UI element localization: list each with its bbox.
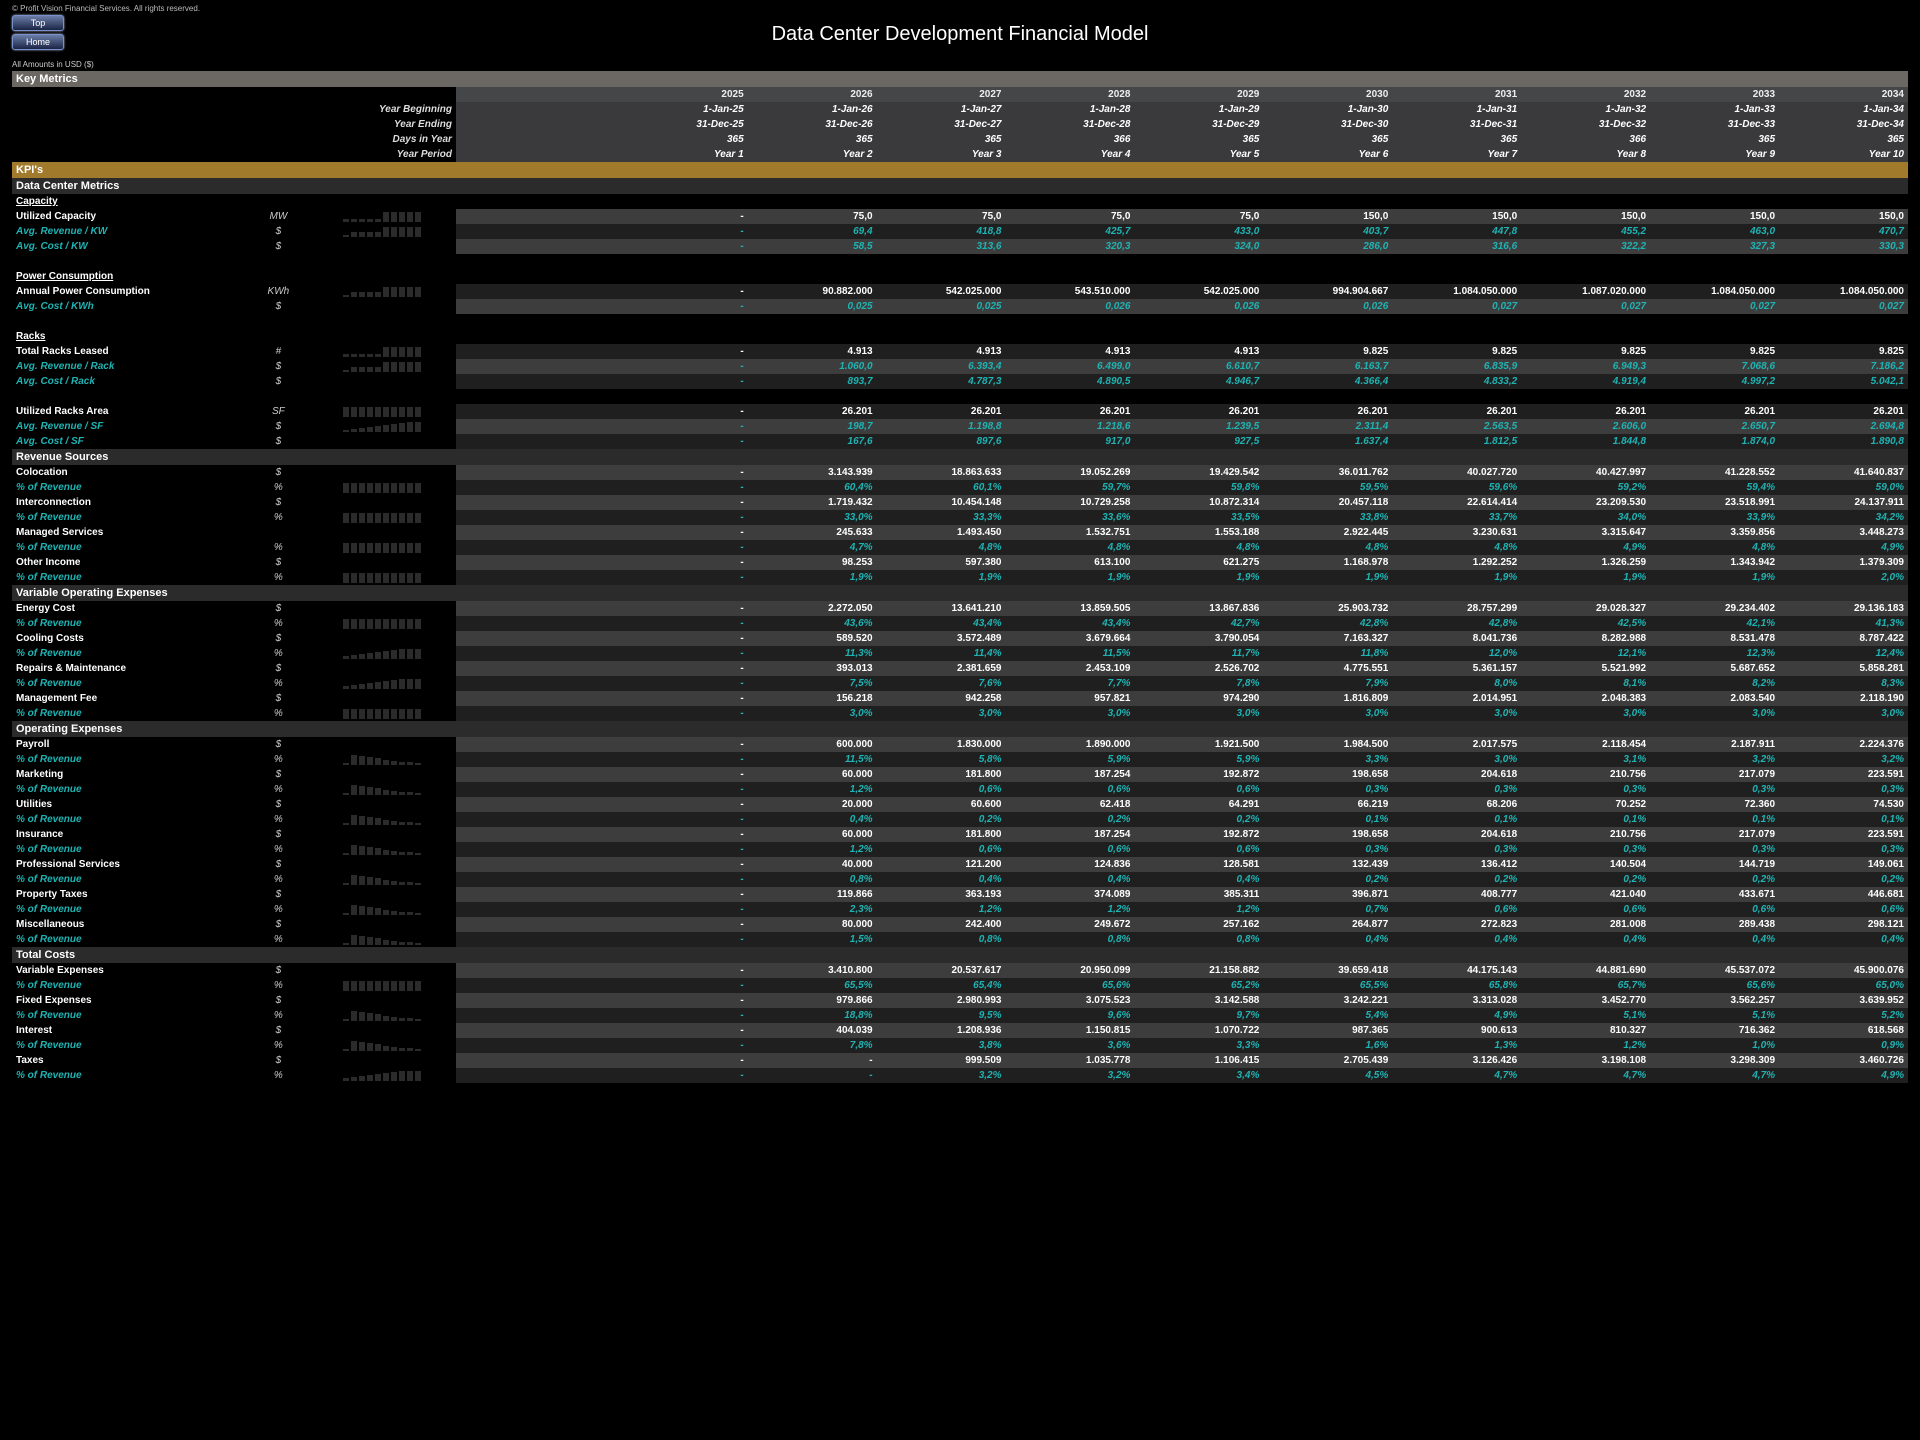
- table-row: % of Revenue% -7,5%7,6%7,7%7,8%7,9%8,0%8…: [12, 676, 1908, 691]
- table-row: % of Revenue% -65,5%65,4%65,6%65,2%65,5%…: [12, 978, 1908, 993]
- sparkline: [312, 512, 452, 523]
- table-row: Avg. Revenue / KW$ -69,4418,8425,7433,04…: [12, 224, 1908, 239]
- table-row: % of Revenue% -18,8%9,5%9,6%9,7%5,4%4,9%…: [12, 1008, 1908, 1023]
- sparkline: [312, 754, 452, 765]
- table-row: % of Revenue% -4,7%4,8%4,8%4,8%4,8%4,8%4…: [12, 540, 1908, 555]
- table-row: % of Revenue% -60,4%60,1%59,7%59,8%59,5%…: [12, 480, 1908, 495]
- table-row: Avg. Revenue / Rack$ -1.060,06.393,46.49…: [12, 359, 1908, 374]
- table-row: Interconnection$ -1.719.43210.454.14810.…: [12, 495, 1908, 510]
- sparkline: [312, 708, 452, 719]
- header-row: Year Beginning 1-Jan-251-Jan-261-Jan-271…: [12, 102, 1908, 117]
- table-row: Avg. Cost / SF$ -167,6897,6917,0927,51.6…: [12, 434, 1908, 449]
- tcosts-table: Variable Expenses$ -3.410.80020.537.6172…: [12, 963, 1908, 1083]
- table-row: % of Revenue% -2,3%1,2%1,2%1,2%0,7%0,6%0…: [12, 902, 1908, 917]
- copyright: © Profit Vision Financial Services. All …: [12, 4, 1908, 13]
- sparkline: [312, 814, 452, 825]
- sparkline: [312, 572, 452, 583]
- table-row: Avg. Cost / KWh$ -0,0250,0250,0260,0260,…: [12, 299, 1908, 314]
- table-row: Avg. Cost / KW$ -58,5313,6320,3324,0286,…: [12, 239, 1908, 254]
- rev-table: Colocation$ -3.143.93918.863.63319.052.2…: [12, 465, 1908, 585]
- table-row: Taxes$ --999.5091.035.7781.106.4152.705.…: [12, 1053, 1908, 1068]
- table-row: % of Revenue% -43,6%43,4%43,4%42,7%42,8%…: [12, 616, 1908, 631]
- table-row: Energy Cost$ -2.272.05013.641.21013.859.…: [12, 601, 1908, 616]
- table-row: Insurance$ -60.000181.800187.254192.8721…: [12, 827, 1908, 842]
- table-row: % of Revenue% -11,5%5,8%5,9%5,9%3,3%3,0%…: [12, 752, 1908, 767]
- band-tcosts: Total Costs: [12, 947, 1908, 963]
- band-key-metrics: Key Metrics: [12, 71, 1908, 87]
- page-title: Data Center Development Financial Model: [12, 23, 1908, 46]
- table-row: % of Revenue% --3,2%3,2%3,4%4,5%4,7%4,7%…: [12, 1068, 1908, 1083]
- table-row: Management Fee$ -156.218942.258957.82197…: [12, 691, 1908, 706]
- band-opex: Operating Expenses: [12, 721, 1908, 737]
- sparkline: [312, 211, 452, 222]
- table-row: Utilized Racks AreaSF -26.20126.20126.20…: [12, 404, 1908, 419]
- sparkline: [312, 1010, 452, 1021]
- table-row: % of Revenue% -1,2%0,6%0,6%0,6%0,3%0,3%0…: [12, 842, 1908, 857]
- sparkline: [312, 618, 452, 629]
- currency-note: All Amounts in USD ($): [12, 60, 1908, 69]
- table-row: % of Revenue% -7,8%3,8%3,6%3,3%1,6%1,3%1…: [12, 1038, 1908, 1053]
- table-row: Avg. Cost / Rack$ -893,74.787,34.890,54.…: [12, 374, 1908, 389]
- sparkline: [312, 784, 452, 795]
- table-row: Fixed Expenses$ -979.8662.980.9933.075.5…: [12, 993, 1908, 1008]
- year-row: 2025202620272028202920302031203220332034: [12, 87, 1908, 102]
- table-row: Interest$ -404.0391.208.9361.150.8151.07…: [12, 1023, 1908, 1038]
- band-vopex: Variable Operating Expenses: [12, 585, 1908, 601]
- table-row: Total Racks Leased# -4.9134.9134.9134.91…: [12, 344, 1908, 359]
- table-row: Property Taxes$ -119.866363.193374.08938…: [12, 887, 1908, 902]
- group-row: Capacity: [12, 194, 1908, 209]
- sparkline: [312, 361, 452, 372]
- table-row: % of Revenue% -11,3%11,4%11,5%11,7%11,8%…: [12, 646, 1908, 661]
- header-row: Year Period Year 1Year 2Year 3Year 4Year…: [12, 147, 1908, 162]
- sparkline: [312, 542, 452, 553]
- table-row: % of Revenue% -1,2%0,6%0,6%0,6%0,3%0,3%0…: [12, 782, 1908, 797]
- band-rev: Revenue Sources: [12, 449, 1908, 465]
- dcm-table: CapacityUtilized CapacityMW -75,075,075,…: [12, 194, 1908, 449]
- sparkline: [312, 346, 452, 357]
- table-row: % of Revenue% -1,5%0,8%0,8%0,8%0,4%0,4%0…: [12, 932, 1908, 947]
- table-row: Miscellaneous$ -80.000242.400249.672257.…: [12, 917, 1908, 932]
- table-row: Annual Power ConsumptionKWh -90.882.0005…: [12, 284, 1908, 299]
- table-row: Payroll$ -600.0001.830.0001.890.0001.921…: [12, 737, 1908, 752]
- group-row: Power Consumption: [12, 269, 1908, 284]
- table-row: Marketing$ -60.000181.800187.254192.8721…: [12, 767, 1908, 782]
- vopex-table: Energy Cost$ -2.272.05013.641.21013.859.…: [12, 601, 1908, 721]
- sparkline: [312, 482, 452, 493]
- sparkline: [312, 648, 452, 659]
- sparkline: [312, 874, 452, 885]
- table-row: Managed Services -245.6331.493.4501.532.…: [12, 525, 1908, 540]
- sparkline: [312, 934, 452, 945]
- table-row: Utilized CapacityMW -75,075,075,075,0150…: [12, 209, 1908, 224]
- band-kpis: KPI's: [12, 162, 1908, 178]
- sparkline: [312, 286, 452, 297]
- table-row: % of Revenue% -3,0%3,0%3,0%3,0%3,0%3,0%3…: [12, 706, 1908, 721]
- table-row: % of Revenue% -0,8%0,4%0,4%0,4%0,2%0,2%0…: [12, 872, 1908, 887]
- sparkline: [312, 421, 452, 432]
- sparkline: [312, 1040, 452, 1051]
- header-row: Year Ending 31-Dec-2531-Dec-2631-Dec-273…: [12, 117, 1908, 132]
- header-table: 2025202620272028202920302031203220332034…: [12, 87, 1908, 162]
- sparkline: [312, 1070, 452, 1081]
- sparkline: [312, 844, 452, 855]
- table-row: % of Revenue% -1,9%1,9%1,9%1,9%1,9%1,9%1…: [12, 570, 1908, 585]
- sparkline: [312, 904, 452, 915]
- sparkline: [312, 678, 452, 689]
- table-row: % of Revenue% -0,4%0,2%0,2%0,2%0,1%0,1%0…: [12, 812, 1908, 827]
- table-row: Colocation$ -3.143.93918.863.63319.052.2…: [12, 465, 1908, 480]
- sparkline: [312, 980, 452, 991]
- table-row: Cooling Costs$ -589.5203.572.4893.679.66…: [12, 631, 1908, 646]
- group-row: Racks: [12, 329, 1908, 344]
- sparkline: [312, 226, 452, 237]
- table-row: Avg. Revenue / SF$ -198,71.198,81.218,61…: [12, 419, 1908, 434]
- table-row: Utilities$ -20.00060.60062.41864.29166.2…: [12, 797, 1908, 812]
- band-dcm: Data Center Metrics: [12, 178, 1908, 194]
- table-row: Professional Services$ -40.000121.200124…: [12, 857, 1908, 872]
- table-row: Variable Expenses$ -3.410.80020.537.6172…: [12, 963, 1908, 978]
- table-row: Other Income$ -98.253597.380613.100621.2…: [12, 555, 1908, 570]
- table-row: Repairs & Maintenance$ -393.0132.381.659…: [12, 661, 1908, 676]
- opex-table: Payroll$ -600.0001.830.0001.890.0001.921…: [12, 737, 1908, 947]
- header-row: Days in Year 365365365366365365365366365…: [12, 132, 1908, 147]
- sparkline: [312, 406, 452, 417]
- table-row: % of Revenue% -33,0%33,3%33,6%33,5%33,8%…: [12, 510, 1908, 525]
